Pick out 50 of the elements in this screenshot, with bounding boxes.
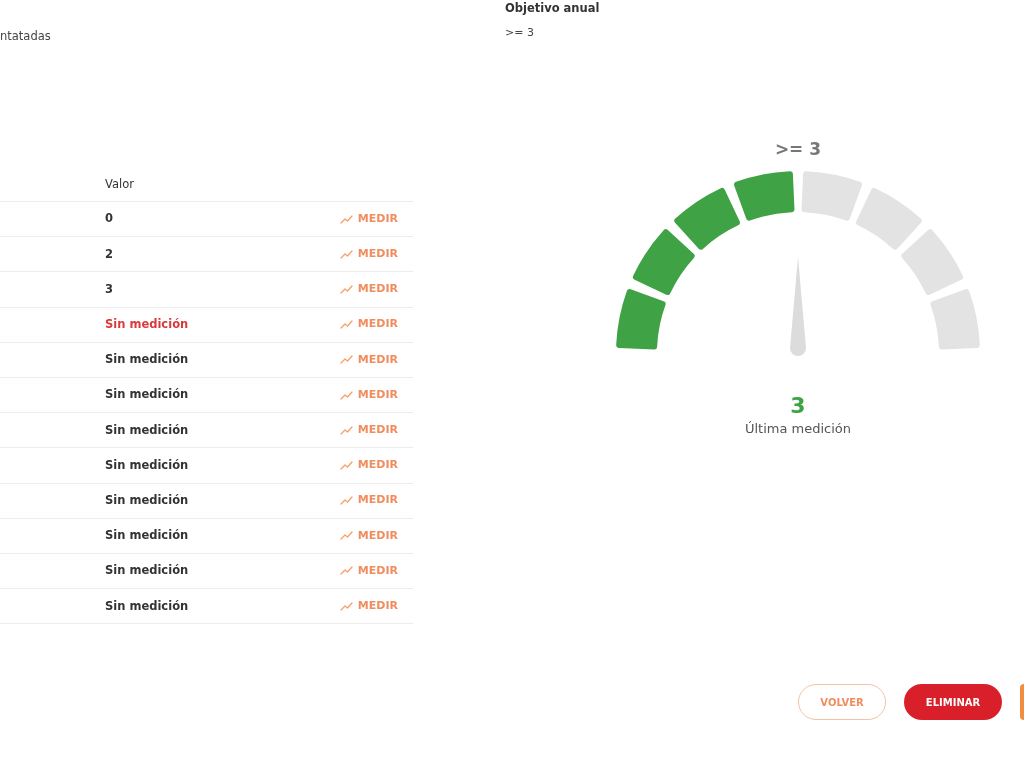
table-cell: Sin medición bbox=[105, 562, 189, 580]
gauge-caption: Última medición bbox=[744, 419, 852, 438]
gauge-target: >= 3 bbox=[774, 138, 822, 161]
trend-line-icon bbox=[339, 425, 353, 435]
field-value: >= 3 bbox=[505, 25, 535, 42]
measure-button[interactable]: MEDIR bbox=[339, 421, 398, 439]
table-cell: Sin medición bbox=[105, 316, 189, 334]
table-cell-text: Sin medición bbox=[105, 491, 189, 509]
back-button[interactable]: VOLVER bbox=[798, 684, 886, 721]
gauge-value: 3 bbox=[790, 394, 806, 417]
measure-button[interactable]: MEDIR bbox=[339, 597, 398, 615]
table-cell: Sin medición bbox=[105, 421, 189, 439]
table-cell-text: 3 bbox=[105, 280, 113, 298]
measure-button[interactable]: MEDIR bbox=[339, 351, 398, 369]
measure-button[interactable]: MEDIR bbox=[339, 527, 398, 545]
gauge-empty-segment bbox=[901, 228, 964, 295]
column-header: Valor bbox=[105, 175, 134, 193]
measure-button[interactable]: MEDIR bbox=[339, 492, 398, 509]
trend-line-icon bbox=[339, 355, 353, 365]
table-cell: Sin medición bbox=[105, 597, 189, 615]
field-value: ntatadas bbox=[0, 29, 51, 43]
measure-button[interactable]: MEDIR bbox=[339, 316, 398, 333]
measure-button[interactable]: MEDIR bbox=[339, 457, 398, 474]
table-cell: Sin medición bbox=[105, 351, 189, 369]
table-cell: Sin medición bbox=[105, 386, 189, 404]
measure-button[interactable]: MEDIR bbox=[339, 281, 398, 298]
measure-button[interactable]: MEDIR bbox=[339, 246, 398, 263]
measure-button[interactable]: MEDIR bbox=[339, 210, 398, 228]
table-cell-text: Sin medición bbox=[105, 456, 189, 474]
table-cell: Sin medición bbox=[105, 527, 189, 545]
trend-line-icon bbox=[339, 531, 353, 541]
field-label: Objetivo anual bbox=[505, 0, 600, 17]
partial-button[interactable] bbox=[1020, 684, 1024, 721]
trend-line-icon bbox=[339, 566, 353, 576]
trend-line-icon bbox=[339, 390, 353, 400]
trend-line-icon bbox=[339, 460, 353, 470]
trend-line-icon bbox=[339, 601, 353, 611]
trend-line-icon bbox=[339, 496, 353, 506]
delete-button[interactable]: ELIMINAR bbox=[904, 684, 1002, 721]
gauge-empty-segment bbox=[801, 170, 862, 221]
gauge-empty-segment bbox=[856, 187, 922, 250]
trend-line-icon bbox=[339, 249, 353, 259]
table-cell: 0 bbox=[105, 210, 113, 228]
table-cell: 2 bbox=[105, 245, 113, 263]
gauge-empty-segment bbox=[930, 288, 980, 349]
measure-button[interactable]: MEDIR bbox=[339, 562, 398, 580]
trend-line-icon bbox=[339, 320, 353, 330]
trend-line-icon bbox=[339, 214, 353, 224]
trend-line-icon bbox=[339, 284, 353, 294]
measure-button[interactable]: MEDIR bbox=[339, 386, 398, 404]
